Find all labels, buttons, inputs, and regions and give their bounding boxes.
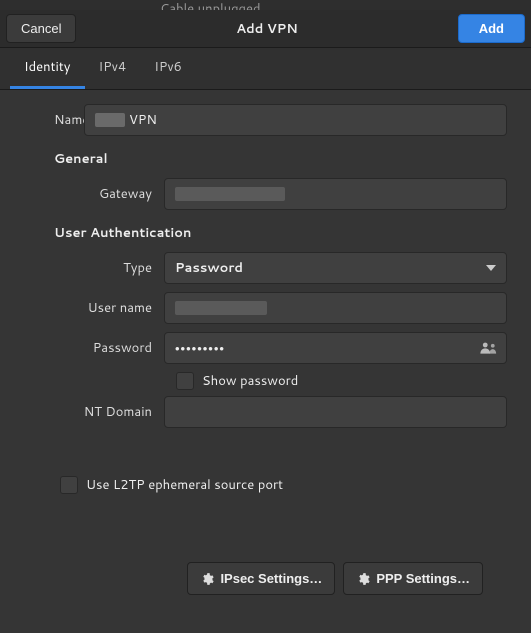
general-section-title: General [54, 150, 507, 168]
ntdomain-label: NT Domain [24, 403, 164, 421]
type-label: Type [24, 259, 164, 277]
gear-icon [200, 572, 214, 586]
gateway-row: Gateway [24, 178, 507, 210]
cancel-button[interactable]: Cancel [6, 14, 76, 43]
l2tp-row: Use L2TP ephemeral source port [60, 476, 507, 494]
gateway-label: Gateway [24, 185, 164, 203]
ipsec-settings-label: IPsec Settings… [220, 571, 322, 586]
userauth-section-title: User Authentication [54, 224, 507, 242]
password-input[interactable] [175, 341, 480, 356]
ppp-settings-button[interactable]: PPP Settings… [343, 562, 483, 595]
show-password-label: Show password [202, 372, 298, 390]
username-label: User name [24, 299, 164, 317]
tab-ipv6[interactable]: IPv6 [140, 48, 196, 89]
type-value: Password [175, 259, 243, 277]
type-row: Type Password [24, 252, 507, 284]
users-icon[interactable] [480, 341, 498, 355]
dialog-header: Cancel Add VPN Add [0, 10, 531, 48]
name-label: Name [24, 111, 84, 129]
type-select[interactable]: Password [164, 252, 507, 284]
name-value-suffix: VPN [129, 111, 157, 129]
l2tp-label: Use L2TP ephemeral source port [86, 476, 283, 494]
chevron-down-icon [486, 265, 496, 271]
redacted-text [175, 187, 285, 201]
show-password-checkbox[interactable] [176, 372, 194, 390]
name-input[interactable]: VPN [84, 104, 507, 136]
ipsec-settings-button[interactable]: IPsec Settings… [187, 562, 335, 595]
ntdomain-row: NT Domain [24, 396, 507, 428]
password-label: Password [24, 339, 164, 357]
ppp-settings-label: PPP Settings… [376, 571, 470, 586]
username-input[interactable] [164, 292, 507, 324]
redacted-text [95, 113, 125, 127]
add-vpn-dialog: Cancel Add VPN Add Identity IPv4 IPv6 Na… [0, 10, 531, 633]
gear-icon [356, 572, 370, 586]
tab-bar: Identity IPv4 IPv6 [0, 48, 531, 90]
password-row: Password [24, 332, 507, 364]
add-button[interactable]: Add [458, 14, 525, 43]
tab-ipv4[interactable]: IPv4 [85, 48, 141, 89]
redacted-text [175, 301, 267, 315]
gateway-input[interactable] [164, 178, 507, 210]
ntdomain-input[interactable] [164, 396, 507, 428]
dialog-title: Add VPN [76, 20, 457, 38]
name-row: Name VPN [24, 104, 507, 136]
username-row: User name [24, 292, 507, 324]
password-input-wrap [164, 332, 507, 364]
tab-identity[interactable]: Identity [10, 48, 85, 89]
footer-buttons: IPsec Settings… PPP Settings… [24, 550, 507, 613]
identity-panel: Name VPN General Gateway User Authentica… [0, 90, 531, 633]
show-password-row: Show password [176, 372, 507, 390]
l2tp-checkbox[interactable] [60, 476, 78, 494]
